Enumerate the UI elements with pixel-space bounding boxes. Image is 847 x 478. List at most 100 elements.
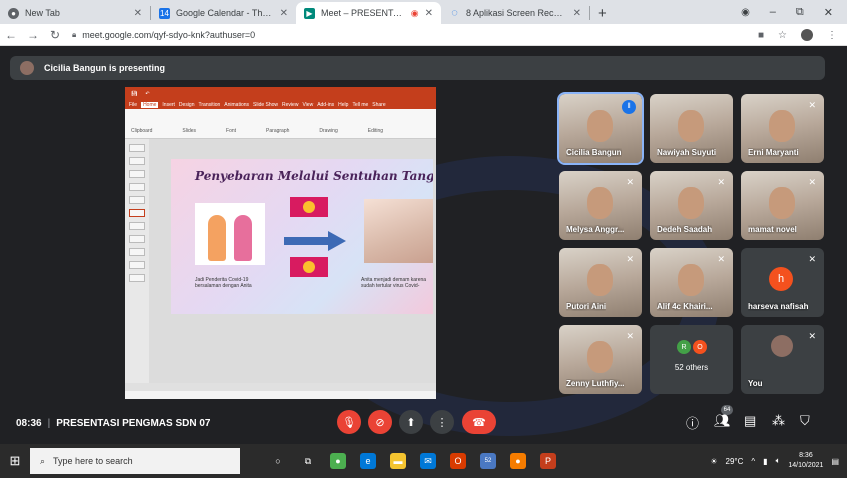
ribbon-group-font: Font bbox=[226, 128, 237, 134]
leave-call-button[interactable]: ☎︎ bbox=[462, 410, 496, 434]
more-options-button[interactable]: ⋮ bbox=[430, 410, 454, 434]
host-controls-icon[interactable]: ⛉ bbox=[800, 413, 810, 429]
participant-initial-avatar: R bbox=[677, 340, 691, 354]
task-view-icon[interactable]: ⧉ bbox=[300, 453, 316, 469]
slide-thumbnail bbox=[129, 157, 145, 165]
restore-button[interactable]: ⧉ bbox=[796, 6, 804, 19]
participant-tile[interactable]: ✕ Melysa Anggr... bbox=[559, 171, 642, 240]
close-tab-icon[interactable]: ✕ bbox=[573, 8, 581, 19]
cortana-icon[interactable]: ○ bbox=[270, 453, 286, 469]
powerpoint-icon[interactable]: P bbox=[540, 453, 556, 469]
notifications-icon[interactable]: ▤ bbox=[831, 457, 839, 466]
media-control-icon[interactable]: ◉ bbox=[741, 7, 750, 18]
current-slide: Penyebaran Melalui Sentuhan Tangan Jadi … bbox=[171, 159, 433, 314]
new-tab-button[interactable]: + bbox=[590, 2, 615, 24]
file-explorer-icon[interactable]: ▬ bbox=[390, 453, 406, 469]
ppt-menu-addins: Add-ins bbox=[317, 101, 335, 108]
tab-new-tab[interactable]: ● New Tab ✕ bbox=[0, 2, 150, 24]
shared-screen: 💾︎ ↶ File Home Insert Design Transition … bbox=[125, 87, 436, 399]
participant-video bbox=[678, 264, 704, 296]
participant-tile[interactable]: ✕ Alif 4c Khairi... bbox=[650, 248, 733, 317]
mic-off-icon: ✕ bbox=[808, 331, 816, 341]
windows-taskbar: ⊞ ⌕ Type here to search ○ ⧉ ● e ▬ ✉ O 52… bbox=[0, 444, 847, 478]
participant-tile[interactable]: ✕ Dedeh Saadah bbox=[650, 171, 733, 240]
mic-off-icon: ✕ bbox=[808, 100, 816, 110]
participant-tile[interactable]: ✕ Erni Maryanti bbox=[741, 94, 824, 163]
ppt-workspace: Penyebaran Melalui Sentuhan Tangan Jadi … bbox=[125, 139, 436, 391]
volume-icon[interactable]: 🔈︎ bbox=[776, 456, 781, 466]
mic-toggle-button[interactable]: 🎙︎ bbox=[337, 410, 361, 434]
participant-tile[interactable]: ✕ Zenny Luthfiy... bbox=[559, 325, 642, 394]
people-icon[interactable]: 👥︎ bbox=[714, 413, 731, 429]
slide-thumbnail bbox=[129, 144, 145, 152]
meeting-info: 08:36 | PRESENTASI PENGMAS SDN 07 bbox=[16, 418, 210, 429]
participant-initial-avatar: O bbox=[693, 340, 707, 354]
ribbon-group-drawing: Drawing bbox=[319, 128, 338, 134]
participant-tile[interactable]: h ✕ harseva nafisah bbox=[741, 248, 824, 317]
profile-avatar[interactable] bbox=[801, 29, 813, 41]
close-tab-icon[interactable]: ✕ bbox=[280, 8, 288, 19]
present-screen-icon: ⬆ bbox=[406, 416, 416, 429]
menu-icon[interactable]: ⋮ bbox=[827, 30, 837, 41]
camera-off-icon: ⊘ bbox=[375, 416, 385, 429]
taskbar-clock[interactable]: 8:36 14/10/2021 bbox=[788, 451, 823, 471]
others-tile[interactable]: R O 52 others bbox=[650, 325, 733, 394]
slide-title: Penyebaran Melalui Sentuhan Tangan bbox=[195, 169, 433, 183]
camera-icon[interactable]: ■ bbox=[758, 30, 764, 41]
activities-icon[interactable]: ⁂ bbox=[772, 413, 785, 429]
ppt-menu-view: View bbox=[302, 101, 314, 108]
caption-left: Jadi Penderita Covid-19 bersalaman denga… bbox=[195, 277, 252, 289]
bookmark-star-icon[interactable]: ☆ bbox=[778, 30, 787, 41]
weather-temp[interactable]: 29°C bbox=[726, 457, 744, 466]
participant-tile[interactable]: ✕ mamat novel bbox=[741, 171, 824, 240]
app-icon[interactable]: ● bbox=[510, 453, 526, 469]
close-tab-icon[interactable]: ✕ bbox=[425, 8, 433, 19]
boy-figure bbox=[208, 215, 226, 261]
forward-icon[interactable]: → bbox=[22, 28, 44, 42]
tab-meet[interactable]: ▶ Meet – PRESENTASI PENGMA ◉ ✕ bbox=[296, 2, 441, 24]
tray-chevron-icon[interactable]: ^ bbox=[751, 457, 755, 466]
window-controls: ◉ – ⧉ ✕ bbox=[741, 0, 847, 24]
back-icon[interactable]: ← bbox=[0, 28, 22, 42]
virus-icon bbox=[290, 257, 328, 277]
network-icon[interactable]: ▮ bbox=[763, 457, 767, 466]
edge-icon[interactable]: e bbox=[360, 453, 376, 469]
participant-tile[interactable]: ⦀ Cicilia Bangun bbox=[557, 92, 644, 165]
close-tab-icon[interactable]: ✕ bbox=[134, 8, 142, 19]
meeting-name[interactable]: PRESENTASI PENGMAS SDN 07 bbox=[56, 418, 210, 429]
meeting-details-icon[interactable]: ⓘ bbox=[686, 413, 699, 432]
office-icon[interactable]: O bbox=[450, 453, 466, 469]
minimize-button[interactable]: – bbox=[770, 6, 776, 18]
ppt-title-bar: 💾︎ ↶ bbox=[125, 87, 436, 100]
participant-tile[interactable]: Nawiyah Suyuti bbox=[650, 94, 733, 163]
ppt-menu-design: Design bbox=[178, 101, 195, 108]
loading-icon: ◌ bbox=[451, 7, 458, 19]
camera-toggle-button[interactable]: ⊘ bbox=[368, 410, 392, 434]
slide-thumbnail bbox=[129, 222, 145, 230]
reload-icon[interactable]: ↻ bbox=[44, 28, 66, 42]
ppt-ribbon: Clipboard Slides Font Paragraph Drawing … bbox=[125, 109, 436, 139]
chat-icon[interactable]: ▤ bbox=[744, 413, 756, 429]
tab-screen-recorder[interactable]: ◌ 8 Aplikasi Screen Recorder Lapto ✕ bbox=[441, 2, 589, 24]
calendar-icon: 14 bbox=[159, 7, 170, 19]
virus-icon bbox=[290, 197, 328, 217]
photos-icon[interactable]: 52 bbox=[480, 453, 496, 469]
save-icon: 💾︎ bbox=[131, 90, 138, 97]
url-field[interactable]: 🔒︎ meet.google.com/qyf-sdyo-knk?authuser… bbox=[72, 30, 255, 40]
participant-video bbox=[587, 264, 613, 296]
close-window-button[interactable]: ✕ bbox=[824, 6, 833, 19]
mic-off-icon: ✕ bbox=[717, 254, 725, 264]
windows-start-icon[interactable]: ⊞ bbox=[0, 453, 30, 469]
chrome-taskbar-icon[interactable]: ● bbox=[330, 453, 346, 469]
tab-google-calendar[interactable]: 14 Google Calendar - Thursday, 14 ✕ bbox=[151, 2, 296, 24]
participant-tile[interactable]: ✕ Putori Aini bbox=[559, 248, 642, 317]
present-button[interactable]: ⬆ bbox=[399, 410, 423, 434]
taskbar-search[interactable]: ⌕ Type here to search bbox=[30, 448, 240, 474]
presenting-banner: Cicilia Bangun is presenting bbox=[10, 56, 825, 80]
ribbon-group-paragraph: Paragraph bbox=[266, 128, 290, 134]
mail-icon[interactable]: ✉ bbox=[420, 453, 436, 469]
participant-video bbox=[587, 110, 613, 142]
self-tile[interactable]: ✕ You bbox=[741, 325, 824, 394]
mic-off-icon: ✕ bbox=[808, 254, 816, 264]
slide-thumbnail bbox=[129, 183, 145, 191]
